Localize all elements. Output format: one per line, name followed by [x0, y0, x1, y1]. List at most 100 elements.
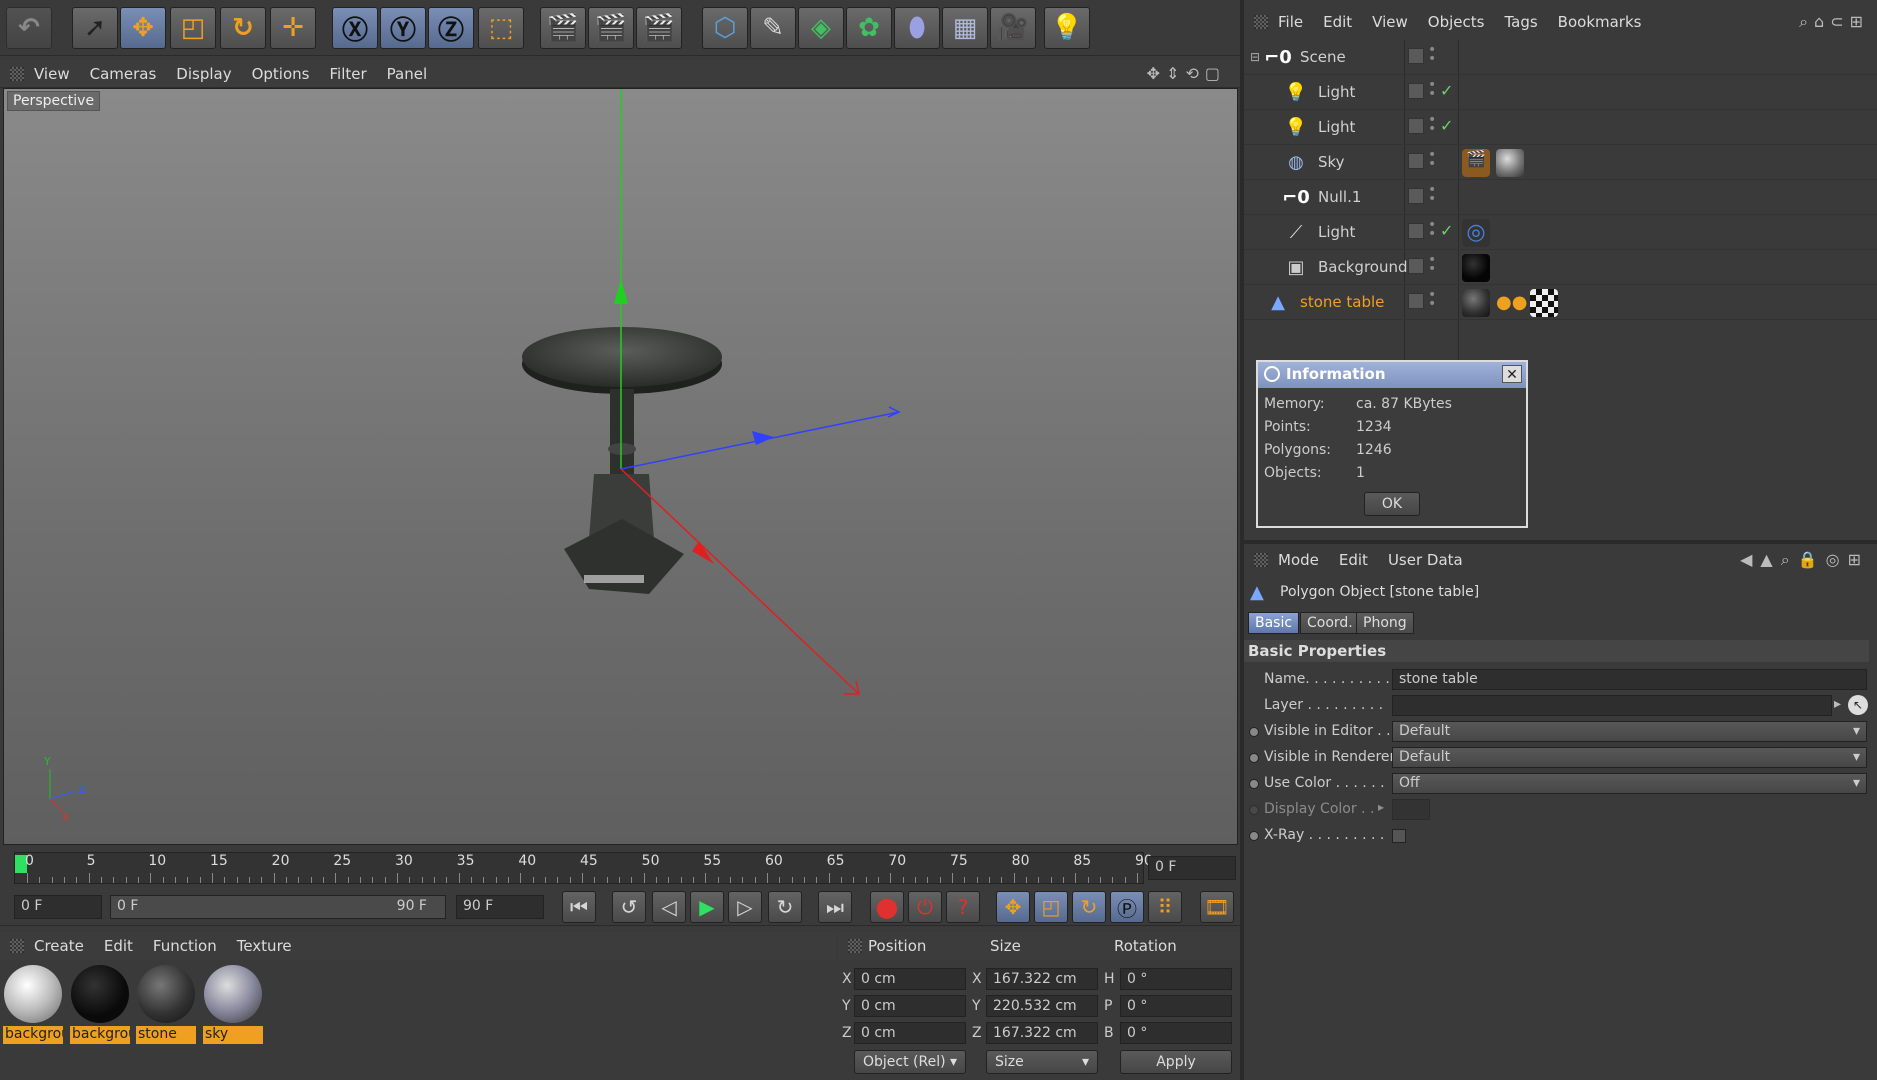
rotation-h-field[interactable]: 0 °: [1120, 968, 1232, 990]
timeline-track[interactable]: 0 5 10 15 20 25 30 35 40 45 50 55 60 65 70 75 80 85 90: [14, 852, 1153, 884]
previous-key-button[interactable]: ↺: [612, 891, 646, 923]
material-menu-texture[interactable]: Texture: [237, 937, 292, 955]
material-swatch[interactable]: stone: [136, 964, 196, 1044]
object-menu-tags[interactable]: Tags: [1504, 13, 1537, 31]
add-panel-icon[interactable]: ⊞: [1848, 550, 1869, 569]
render-picture-viewer-button[interactable]: 🎬: [588, 7, 634, 49]
position-x-field[interactable]: 0 cm: [854, 968, 966, 990]
enabled-check-icon[interactable]: ✓: [1440, 116, 1453, 135]
enabled-check-icon[interactable]: ✓: [1440, 221, 1453, 240]
close-icon[interactable]: ✕: [1502, 365, 1522, 383]
end-frame-field[interactable]: 90 F: [456, 895, 544, 919]
next-frame-button[interactable]: ▷: [728, 891, 762, 923]
object-row-light[interactable]: ⟋ Light • • ✓ ◎: [1244, 215, 1877, 250]
floor-button[interactable]: ▦: [942, 7, 988, 49]
size-mode-dropdown[interactable]: Size ▾: [986, 1050, 1098, 1074]
next-key-button[interactable]: ↻: [768, 891, 802, 923]
record-point-level-button[interactable]: ⠿: [1148, 891, 1182, 923]
record-scale-button[interactable]: ◰: [1034, 891, 1068, 923]
material-menu-create[interactable]: Create: [34, 937, 84, 955]
position-z-field[interactable]: 0 cm: [854, 1022, 966, 1044]
visible-in-renderer-dropdown[interactable]: Default ▾: [1392, 747, 1867, 768]
layer-flag[interactable]: [1408, 153, 1424, 169]
visibility-dots[interactable]: • •: [1428, 113, 1436, 136]
keyframe-selection-button[interactable]: ?: [946, 891, 980, 923]
record-position-button[interactable]: ✥: [996, 891, 1030, 923]
rotation-p-field[interactable]: 0 °: [1120, 995, 1232, 1017]
viewport-menu-display[interactable]: Display: [176, 65, 231, 83]
nurbs-button[interactable]: ◈: [798, 7, 844, 49]
go-to-end-button[interactable]: ⏭: [818, 891, 852, 923]
object-row-sky[interactable]: ◍ Sky • • 🎬: [1244, 145, 1877, 180]
size-y-field[interactable]: 220.532 cm: [986, 995, 1098, 1017]
go-to-start-button[interactable]: ⏮: [562, 891, 596, 923]
deformer-button[interactable]: ⬮: [894, 7, 940, 49]
play-button[interactable]: ▶: [690, 891, 724, 923]
name-input[interactable]: stone table: [1392, 669, 1867, 690]
target-icon[interactable]: ◎: [1826, 550, 1848, 569]
camera-button[interactable]: 🎥: [990, 7, 1036, 49]
target-tag-icon[interactable]: ◎: [1462, 219, 1490, 247]
enabled-check-icon[interactable]: ✓: [1440, 81, 1453, 100]
animate-radio[interactable]: [1249, 831, 1259, 841]
object-row-background[interactable]: ▣ Background • •: [1244, 250, 1877, 285]
scale-tool-button[interactable]: ◰: [170, 7, 216, 49]
frame-range-slider[interactable]: 0 F 90 F: [110, 895, 446, 919]
viewport-nav-icons[interactable]: ✥⇕⟲▢: [1147, 64, 1226, 83]
visibility-dots[interactable]: • •: [1428, 148, 1436, 171]
attribute-manager-tools[interactable]: ◀▲⌕🔒◎⊞: [1740, 550, 1869, 570]
stone-table-model[interactable]: [522, 327, 722, 594]
texture-tag-icon[interactable]: [1496, 149, 1524, 177]
timeline-ruler[interactable]: 0 5 10 15 20 25 30 35 40 45 50 55 60 65 70 75 80 85 90 0 F: [0, 848, 1240, 888]
live-selection-button[interactable]: ✛: [270, 7, 316, 49]
material-swatch[interactable]: sky: [203, 964, 263, 1044]
panel-splitter[interactable]: [1244, 540, 1877, 544]
visibility-dots[interactable]: • •: [1428, 218, 1436, 241]
object-menu-edit[interactable]: Edit: [1323, 13, 1352, 31]
arrow-right-icon[interactable]: ▸: [1834, 696, 1841, 712]
3d-viewport[interactable]: Perspective Y Z X: [3, 88, 1238, 845]
viewport-menu-panel[interactable]: Panel: [387, 65, 427, 83]
coordinate-system-button[interactable]: ⬚: [478, 7, 524, 49]
lock-icon[interactable]: 🔒: [1798, 550, 1826, 569]
rotation-b-field[interactable]: 0 °: [1120, 1022, 1232, 1044]
layer-flag[interactable]: [1408, 83, 1424, 99]
animate-radio[interactable]: [1249, 753, 1259, 763]
previous-frame-button[interactable]: ◁: [652, 891, 686, 923]
y-axis-button[interactable]: Ⓨ: [380, 7, 426, 49]
viewport-menu-view[interactable]: View: [34, 65, 70, 83]
rotate-tool-button[interactable]: ↻: [220, 7, 266, 49]
compositing-tag-icon[interactable]: 🎬: [1462, 149, 1490, 177]
viewport-menu-options[interactable]: Options: [252, 65, 310, 83]
object-menu-view[interactable]: View: [1372, 13, 1408, 31]
layer-flag[interactable]: [1408, 223, 1424, 239]
light-button[interactable]: 💡: [1044, 7, 1090, 49]
material-menu-edit[interactable]: Edit: [104, 937, 133, 955]
current-frame-field[interactable]: 0 F: [1148, 856, 1236, 880]
timeline-window-button[interactable]: 🎞: [1200, 891, 1234, 923]
record-rotation-button[interactable]: ↻: [1072, 891, 1106, 923]
size-z-field[interactable]: 167.322 cm: [986, 1022, 1098, 1044]
record-button[interactable]: ⬤: [870, 891, 904, 923]
move-tool-button[interactable]: ✥: [120, 7, 166, 49]
use-color-dropdown[interactable]: Off ▾: [1392, 773, 1867, 794]
select-tool-button[interactable]: ➚: [72, 7, 118, 49]
object-row-light[interactable]: 💡 Light • • ✓: [1244, 110, 1877, 145]
layer-flag[interactable]: [1408, 188, 1424, 204]
object-row-light[interactable]: 💡 Light • • ✓: [1244, 75, 1877, 110]
x-axis-button[interactable]: Ⓧ: [332, 7, 378, 49]
layer-flag[interactable]: [1408, 258, 1424, 274]
object-menu-file[interactable]: File: [1278, 13, 1303, 31]
pick-icon[interactable]: ↖: [1848, 695, 1868, 715]
search-icon[interactable]: ⌕: [1799, 12, 1814, 31]
layer-flag[interactable]: [1408, 48, 1424, 64]
object-row-scene[interactable]: ⊟ ⌐0 Scene • •: [1244, 40, 1877, 75]
texture-tag-icon[interactable]: [1462, 289, 1490, 317]
viewport-menu-filter[interactable]: Filter: [329, 65, 366, 83]
render-settings-button[interactable]: 🎬: [636, 7, 682, 49]
visibility-dots[interactable]: • •: [1428, 288, 1436, 311]
up-arrow-icon[interactable]: ▲: [1760, 550, 1780, 569]
position-y-field[interactable]: 0 cm: [854, 995, 966, 1017]
attr-menu-user-data[interactable]: User Data: [1388, 551, 1463, 569]
object-row-stone-table[interactable]: ▲ stone table • • ●●: [1244, 285, 1877, 320]
